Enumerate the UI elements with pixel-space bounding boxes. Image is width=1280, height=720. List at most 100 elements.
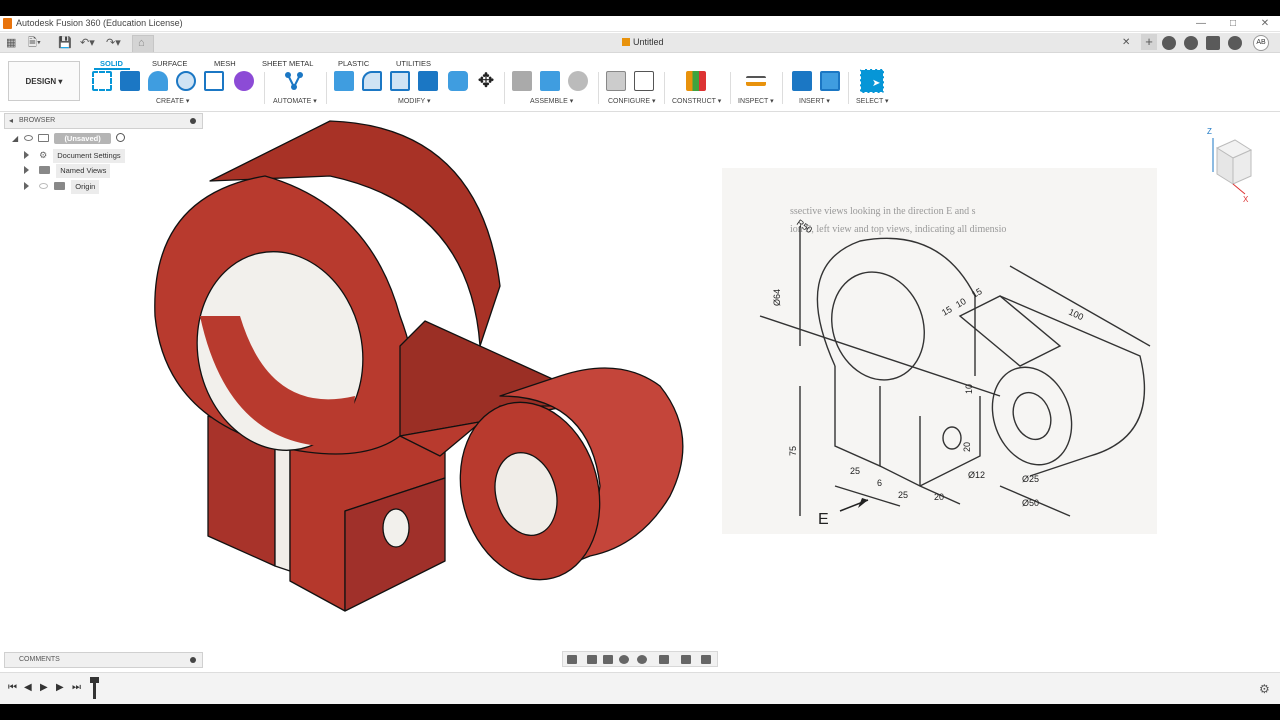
press-pull-icon[interactable]	[334, 71, 354, 91]
tab-mesh[interactable]: MESH	[214, 59, 236, 68]
maximize-icon[interactable]: □	[1218, 16, 1248, 32]
revolve-icon[interactable]	[148, 71, 168, 91]
insert-menu[interactable]: INSERT ▾	[799, 97, 830, 105]
browser-item-label: Document Settings	[53, 149, 125, 163]
extensions-icon[interactable]	[1162, 36, 1176, 50]
browser-item-document-settings[interactable]: ⚙ Document Settings	[24, 148, 125, 163]
undo-icon[interactable]: ↶▾	[80, 35, 95, 51]
visibility-icon[interactable]	[39, 183, 49, 189]
folder-icon	[39, 166, 51, 174]
table-icon[interactable]	[634, 71, 654, 91]
view-direction-e: E	[818, 511, 829, 528]
offset-plane-icon[interactable]	[686, 71, 706, 91]
insert-image-icon[interactable]	[820, 71, 840, 91]
move-icon[interactable]: ✥	[476, 71, 496, 91]
step-back-icon[interactable]: ◀	[24, 683, 32, 693]
close-window-icon[interactable]: ✕	[1250, 16, 1280, 32]
drawing-instruction-line-2: ion E, left view and top views, indicati…	[790, 224, 1006, 235]
timeline-settings-icon[interactable]: ⚙	[1259, 682, 1270, 696]
expand-icon[interactable]	[24, 182, 29, 190]
grid-settings-icon[interactable]	[681, 655, 691, 664]
go-to-start-icon[interactable]: ⏮	[8, 683, 17, 693]
play-icon[interactable]: ▶	[40, 683, 48, 693]
combine-icon[interactable]	[448, 71, 468, 91]
as-built-joint-icon[interactable]	[568, 71, 588, 91]
construct-menu[interactable]: CONSTRUCT ▾	[672, 97, 721, 105]
display-settings-icon[interactable]	[659, 655, 669, 664]
job-status-icon[interactable]	[1184, 36, 1198, 50]
fit-icon[interactable]	[637, 655, 647, 664]
go-to-end-icon[interactable]: ⏭	[72, 683, 81, 693]
app-grid-icon[interactable]: ▦	[6, 35, 16, 51]
pattern-icon[interactable]	[204, 71, 224, 91]
configure-icon[interactable]	[606, 71, 626, 91]
automate-label: AUTOMATE	[273, 98, 312, 105]
select-icon[interactable]: ➤	[860, 69, 884, 93]
hole-icon[interactable]	[176, 71, 196, 91]
separator	[848, 72, 849, 104]
modify-menu[interactable]: MODIFY ▾	[398, 97, 431, 105]
look-at-icon[interactable]	[587, 655, 597, 664]
activate-icon[interactable]	[115, 133, 125, 142]
tab-utilities[interactable]: UTILITIES	[396, 59, 431, 68]
separator	[326, 72, 327, 104]
zoom-icon[interactable]	[619, 655, 629, 664]
timeline-marker[interactable]	[90, 677, 99, 699]
tab-sheet-metal[interactable]: SHEET METAL	[262, 59, 313, 68]
user-avatar[interactable]: AB	[1253, 35, 1269, 51]
reference-drawing-image[interactable]: ssective views looking in the direction …	[720, 166, 1160, 536]
save-icon[interactable]: 💾	[58, 35, 72, 51]
close-tab-icon[interactable]: ✕	[1122, 35, 1130, 51]
visibility-icon[interactable]	[24, 135, 34, 141]
browser-root-row[interactable]: ◢ (Unsaved)	[12, 132, 125, 146]
minimize-icon[interactable]: —	[1186, 16, 1216, 32]
expand-icon[interactable]	[24, 166, 29, 174]
home-tab[interactable]: ⌂	[132, 35, 154, 52]
shell-icon[interactable]	[418, 71, 438, 91]
orbit-icon[interactable]	[567, 655, 577, 664]
model-viewport[interactable]	[140, 116, 700, 616]
expand-icon[interactable]	[24, 151, 29, 159]
help-icon[interactable]	[1228, 36, 1242, 50]
comments-panel[interactable]: COMMENTS	[4, 652, 203, 668]
create-sketch-icon[interactable]	[92, 71, 112, 91]
workspace-switcher[interactable]: DESIGN ▾	[8, 61, 80, 101]
pan-icon[interactable]	[603, 655, 613, 664]
configure-menu[interactable]: CONFIGURE ▾	[608, 97, 655, 105]
collapse-icon[interactable]: ◂	[9, 116, 13, 125]
dim-75: 75	[788, 446, 798, 456]
automate-menu[interactable]: AUTOMATE ▾	[273, 97, 317, 105]
document-tab[interactable]: Untitled	[622, 37, 664, 47]
browser-item-named-views[interactable]: Named Views	[24, 164, 111, 178]
fillet-icon[interactable]	[362, 71, 382, 91]
step-forward-icon[interactable]: ▶	[56, 683, 64, 693]
viewports-icon[interactable]	[701, 655, 711, 664]
measure-icon[interactable]	[746, 76, 766, 86]
new-component-icon[interactable]	[512, 71, 532, 91]
new-tab-icon[interactable]: +	[1141, 34, 1157, 50]
notifications-icon[interactable]	[1206, 36, 1220, 50]
chamfer-icon[interactable]	[390, 71, 410, 91]
assemble-menu[interactable]: ASSEMBLE ▾	[530, 97, 573, 105]
dim-d50: Ø50	[1022, 498, 1039, 508]
file-menu-icon[interactable]: 🗎▾	[28, 35, 41, 51]
browser-item-origin[interactable]: Origin	[24, 180, 100, 194]
tab-solid[interactable]: SOLID	[100, 59, 123, 68]
tab-plastic[interactable]: PLASTIC	[338, 59, 369, 68]
add-comment-icon[interactable]	[190, 657, 196, 663]
automate-icon[interactable]	[284, 71, 304, 91]
tab-surface[interactable]: SURFACE	[152, 59, 187, 68]
bracket-model[interactable]	[154, 120, 684, 612]
extrude-icon[interactable]	[120, 71, 140, 91]
redo-icon[interactable]: ↷▾	[106, 35, 121, 51]
expand-root-icon[interactable]: ◢	[12, 134, 18, 143]
insert-derive-icon[interactable]	[792, 71, 812, 91]
select-menu[interactable]: SELECT ▾	[856, 97, 889, 105]
form-icon[interactable]	[234, 71, 254, 91]
view-cube[interactable]: Z X	[1205, 124, 1255, 204]
joint-icon[interactable]	[540, 71, 560, 91]
assemble-label: ASSEMBLE	[530, 98, 568, 105]
create-menu[interactable]: CREATE ▾	[156, 97, 189, 105]
inspect-menu[interactable]: INSPECT ▾	[738, 97, 774, 105]
fusion-logo-icon	[3, 18, 12, 29]
